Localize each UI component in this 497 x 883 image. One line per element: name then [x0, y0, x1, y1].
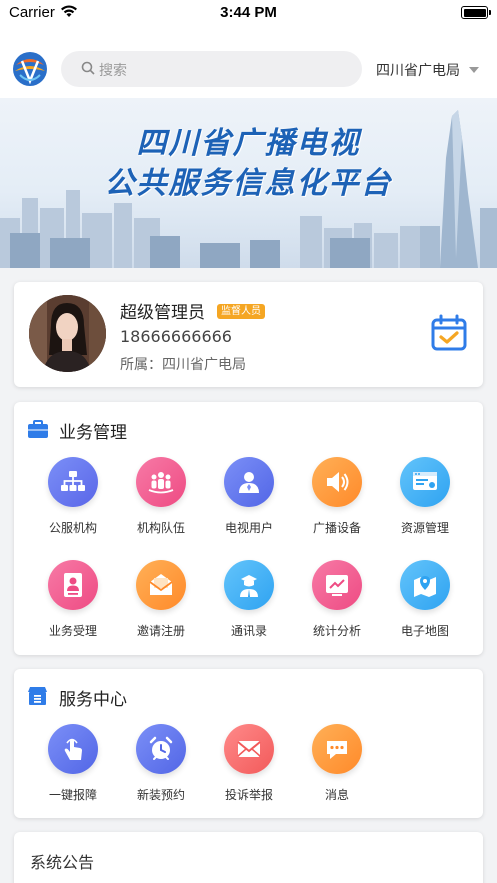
briefcase-icon: [28, 420, 48, 438]
map-icon: [414, 576, 436, 597]
tap-icon: [64, 738, 82, 760]
org-chart-icon: [61, 471, 85, 491]
region-selector[interactable]: 四川省广电局: [376, 60, 460, 80]
grid-item-label: 一键报障: [48, 788, 97, 802]
avatar[interactable]: [29, 295, 106, 372]
grid-item-label: 统计分析: [312, 624, 361, 638]
profile-card[interactable]: 超级管理员 监督人员 18666666666 所属：四川省广电局: [14, 282, 483, 387]
speaker-icon: [327, 472, 349, 492]
grid-item-4[interactable]: 消息: [292, 724, 380, 814]
user-icon: [239, 472, 259, 493]
grid-item-label: 广播设备: [312, 521, 361, 535]
grid-item-2[interactable]: 机构队伍: [116, 457, 204, 547]
grid-item-label: 电视用户: [224, 521, 273, 535]
chevron-down-icon[interactable]: [469, 67, 479, 73]
grid-item-label: 机构队伍: [136, 521, 185, 535]
chart-button[interactable]: [312, 560, 362, 610]
grid-item-label: 投诉举报: [224, 788, 273, 802]
business-management-card: 业务管理 公服机构 机构队伍 电视用户 广播设备 资源管理业务受理 邀请注册 通讯录 统计分析…: [14, 402, 483, 655]
top-header: 搜索 四川省广电局: [0, 28, 497, 98]
document-user-button[interactable]: [48, 560, 98, 610]
grid-item-9[interactable]: 统计分析: [292, 560, 380, 650]
grid-item-3[interactable]: 电视用户: [204, 457, 292, 547]
chart-icon: [326, 575, 348, 596]
grid-item-label: 消息: [324, 788, 349, 802]
clock: 3:44 PM: [220, 4, 277, 21]
service-center-card: 服务中心 一键报障 新装预约 投诉举报 消息: [14, 669, 483, 818]
grid-item-1[interactable]: 公服机构: [28, 457, 116, 547]
banner[interactable]: 四川省广播电视 公共服务信息化平台: [0, 98, 497, 268]
profile-name: 超级管理员: [120, 303, 205, 323]
chat-button[interactable]: [312, 724, 362, 774]
resource-button[interactable]: [400, 457, 450, 507]
grid-item-2[interactable]: 新装预约: [116, 724, 204, 814]
system-notice-card[interactable]: 系统公告: [14, 832, 483, 883]
document-user-icon: [64, 573, 82, 597]
grid-item-6[interactable]: 业务受理: [28, 560, 116, 650]
profile-phone: 18666666666: [120, 327, 232, 346]
section-title-service: 服务中心: [59, 690, 127, 710]
team-icon: [148, 472, 174, 494]
contact-icon: [240, 575, 258, 597]
grid-item-7[interactable]: 邀请注册: [116, 560, 204, 650]
grid-item-3[interactable]: 投诉举报: [204, 724, 292, 814]
grid-item-8[interactable]: 通讯录: [204, 560, 292, 650]
grid-item-label: 业务受理: [48, 624, 97, 638]
app-logo: [13, 52, 47, 86]
calendar-check-icon[interactable]: [430, 314, 468, 352]
mail-button[interactable]: [224, 724, 274, 774]
user-button[interactable]: [224, 457, 274, 507]
notice-title: 系统公告: [30, 853, 95, 872]
alarm-clock-icon: [149, 736, 173, 760]
status-bar: Carrier 3:44 PM: [0, 0, 497, 28]
grid-item-label: 电子地图: [400, 624, 449, 638]
search-icon: [81, 61, 95, 75]
banner-title-line2: 公共服务信息化平台: [104, 166, 393, 201]
grid-item-label: 资源管理: [400, 521, 449, 535]
chat-icon: [327, 741, 347, 759]
grid-item-label: 新装预约: [136, 788, 185, 802]
envelope-open-button[interactable]: [136, 560, 186, 610]
grid-item-1[interactable]: 一键报障: [28, 724, 116, 814]
section-title-business: 业务管理: [59, 423, 127, 443]
battery-icon: [461, 6, 491, 19]
search-input[interactable]: 搜索: [61, 51, 362, 87]
org-chart-button[interactable]: [48, 457, 98, 507]
grid-item-10[interactable]: 电子地图: [380, 560, 468, 650]
contact-button[interactable]: [224, 560, 274, 610]
map-button[interactable]: [400, 560, 450, 610]
team-button[interactable]: [136, 457, 186, 507]
profile-organization: 所属：四川省广电局: [120, 357, 246, 373]
grid-item-4[interactable]: 广播设备: [292, 457, 380, 547]
grid-item-label: 通讯录: [230, 624, 267, 638]
grid-item-5[interactable]: 资源管理: [380, 457, 468, 547]
speaker-button[interactable]: [312, 457, 362, 507]
grid-item-label: 邀请注册: [136, 624, 185, 638]
envelope-open-icon: [149, 574, 173, 595]
search-placeholder: 搜索: [99, 63, 127, 79]
tap-button[interactable]: [48, 724, 98, 774]
alarm-clock-button[interactable]: [136, 724, 186, 774]
resource-icon: [413, 472, 437, 490]
banner-title-line1: 四川省广播电视: [136, 126, 361, 161]
mail-icon: [237, 741, 261, 757]
grid-item-label: 公服机构: [48, 521, 97, 535]
role-badge: 监督人员: [217, 304, 265, 319]
store-icon: [28, 687, 47, 705]
